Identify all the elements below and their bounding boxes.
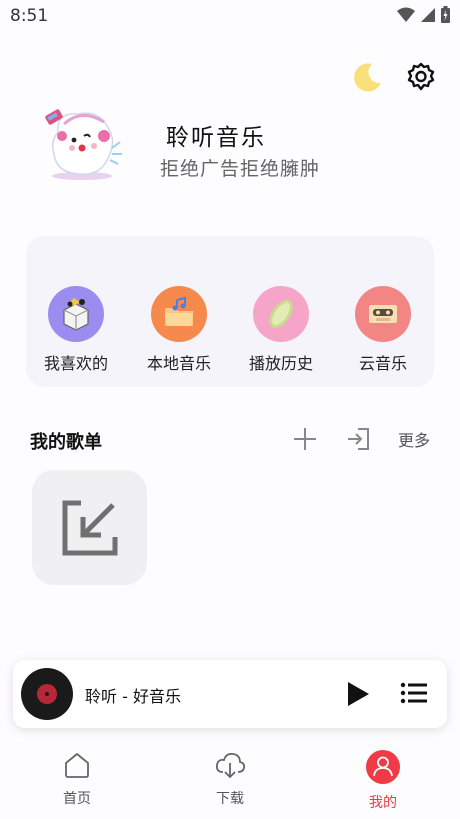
import-playlist-tile[interactable] xyxy=(32,470,147,585)
header-actions xyxy=(350,60,436,94)
nav-label: 首页 xyxy=(63,791,91,807)
quick-item-local-music[interactable]: 本地音乐 xyxy=(139,286,219,374)
gear-icon[interactable] xyxy=(406,62,436,92)
status-icons xyxy=(397,6,450,23)
signal-icon xyxy=(421,7,435,22)
quick-item-history[interactable]: 播放历史 xyxy=(241,286,321,374)
add-playlist-icon[interactable] xyxy=(292,426,318,452)
battery-icon xyxy=(441,6,450,23)
cassette-icon xyxy=(355,286,411,342)
wifi-icon xyxy=(397,7,415,22)
home-icon xyxy=(65,753,89,778)
bottom-navigation: 首页 下载 我的 xyxy=(0,740,460,819)
folder-icon xyxy=(151,286,207,342)
mascot-avatar[interactable] xyxy=(38,102,130,184)
cloud-download-icon xyxy=(215,752,246,779)
nav-download[interactable]: 下载 xyxy=(190,750,270,808)
mini-player[interactable]: 聆听 - 好音乐 xyxy=(13,660,447,728)
nav-home[interactable]: 首页 xyxy=(37,750,117,808)
status-time: 8:51 xyxy=(10,6,49,26)
quick-item-favorites[interactable]: 我喜欢的 xyxy=(36,286,116,374)
play-icon[interactable] xyxy=(345,680,371,708)
playlists-title: 我的歌单 xyxy=(30,432,102,453)
user-icon xyxy=(366,750,400,784)
status-bar: 8:51 xyxy=(0,0,460,34)
nav-label: 我的 xyxy=(369,795,397,811)
track-title: 聆听 - 好音乐 xyxy=(85,687,181,706)
moon-icon[interactable] xyxy=(350,60,384,94)
history-icon xyxy=(253,286,309,342)
quick-item-label: 本地音乐 xyxy=(146,354,211,373)
album-disc xyxy=(21,668,73,720)
app-title: 聆听音乐 xyxy=(166,125,266,151)
quick-item-label: 播放历史 xyxy=(248,354,313,373)
import-playlist-icon[interactable] xyxy=(346,427,370,451)
app-subtitle: 拒绝广告拒绝臃肿 xyxy=(160,158,321,180)
playlist-queue-icon[interactable] xyxy=(400,681,428,705)
quick-item-label: 云音乐 xyxy=(358,354,407,373)
import-arrow-icon xyxy=(62,500,117,555)
favorite-icon xyxy=(48,286,104,342)
nav-label: 下载 xyxy=(216,791,244,807)
quick-access-card: 我喜欢的 本地音乐 播放历史 云音乐 xyxy=(26,236,434,387)
more-link[interactable]: 更多 xyxy=(398,427,430,451)
playlists-actions: 更多 xyxy=(292,426,430,452)
nav-mine[interactable]: 我的 xyxy=(343,750,423,812)
quick-item-label: 我喜欢的 xyxy=(43,354,108,373)
quick-item-cloud-music[interactable]: 云音乐 xyxy=(343,286,423,374)
